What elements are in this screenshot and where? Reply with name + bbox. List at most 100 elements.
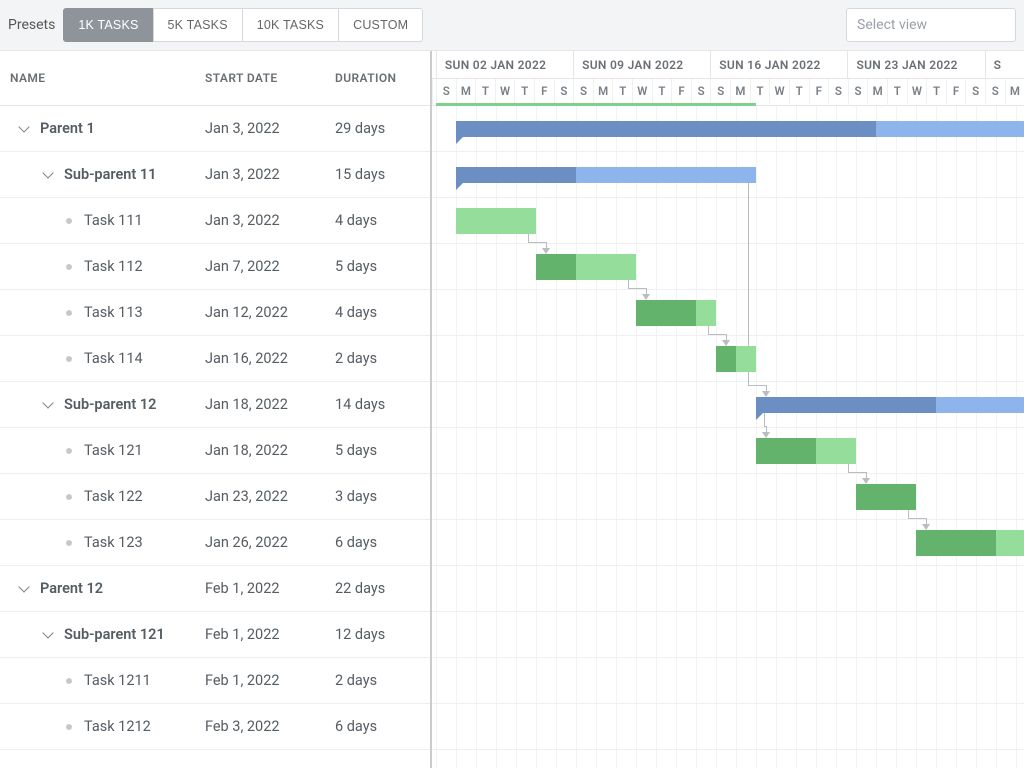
timeline-day-header: T: [887, 79, 907, 106]
task-start-date: Jan 3, 2022: [205, 212, 335, 229]
bullet-icon: [66, 448, 72, 454]
timeline-week-header[interactable]: S: [985, 51, 1024, 78]
task-name: Task 1212: [84, 718, 151, 735]
timeline-day-header: T: [789, 79, 809, 106]
task-name: Task 122: [84, 488, 143, 505]
timeline-pane[interactable]: SUN 02 JAN 2022SUN 09 JAN 2022SUN 16 JAN…: [432, 51, 1024, 768]
select-view-placeholder: Select view: [857, 17, 927, 33]
bullet-icon: [66, 356, 72, 362]
table-row[interactable]: Parent 1Jan 3, 202229 days: [0, 106, 430, 152]
table-row[interactable]: Sub-parent 12 Jan 18, 202214 days: [0, 382, 430, 428]
timeline-day-header: F: [809, 79, 829, 106]
chevron-down-icon[interactable]: [18, 582, 32, 596]
timeline-week-header[interactable]: SUN 09 JAN 2022: [573, 51, 710, 78]
presets-label: Presets: [8, 17, 55, 33]
task-name: Parent 1: [40, 120, 95, 137]
task-duration: 4 days: [335, 212, 430, 229]
preset-custom-button[interactable]: CUSTOM: [338, 8, 423, 42]
task-name: Task 123: [84, 534, 143, 551]
task-name: Sub-parent 11: [64, 166, 156, 183]
col-dur-header[interactable]: DURATION: [335, 71, 430, 85]
task-name: Task 114: [84, 350, 143, 367]
bullet-icon: [66, 310, 72, 316]
task-bar-progress: [856, 484, 916, 510]
table-row[interactable]: Sub-parent 11Jan 3, 202215 days: [0, 152, 430, 198]
task-start-date: Jan 12, 2022: [205, 304, 335, 321]
task-start-date: Jan 18, 2022: [205, 442, 335, 459]
col-start-header[interactable]: START DATE: [205, 71, 335, 85]
select-view-dropdown[interactable]: Select view: [846, 8, 1016, 42]
timeline-day-header: S: [573, 79, 593, 106]
table-row[interactable]: Task 113Jan 12, 20224 days: [0, 290, 430, 336]
bullet-icon: [66, 678, 72, 684]
table-row[interactable]: Sub-parent 121Feb 1, 202212 days: [0, 612, 430, 658]
table-row[interactable]: Task 123Jan 26, 20226 days: [0, 520, 430, 566]
task-duration: 15 days: [335, 166, 430, 183]
timeline-day-header: W: [769, 79, 789, 106]
task-start-date: Feb 1, 2022: [205, 580, 335, 597]
task-start-date: Jan 7, 2022: [205, 258, 335, 275]
timeline-day-header: S: [828, 79, 848, 106]
task-duration: 4 days: [335, 304, 430, 321]
table-row[interactable]: Task 1212Feb 3, 20226 days: [0, 704, 430, 750]
timeline-day-header: W: [495, 79, 515, 106]
preset-1k-button[interactable]: 1K TASKS: [63, 8, 153, 42]
table-row[interactable]: Task 114 Jan 16, 20222 days: [0, 336, 430, 382]
task-start-date: Feb 1, 2022: [205, 626, 335, 643]
preset-5k-button[interactable]: 5K TASKS: [153, 8, 243, 42]
bullet-icon: [66, 218, 72, 224]
task-name: Task 112: [84, 258, 143, 275]
task-start-date: Jan 18, 2022: [205, 396, 335, 413]
grid-header: NAME START DATE DURATION: [0, 51, 430, 106]
task-duration: 2 days: [335, 350, 430, 367]
task-duration: 14 days: [335, 396, 430, 413]
timeline-day-header: T: [750, 79, 770, 106]
task-name: Parent 12: [40, 580, 103, 597]
summary-bar-progress: [456, 121, 876, 137]
task-bar-progress: [636, 300, 696, 326]
col-name-header[interactable]: NAME: [0, 71, 205, 85]
task-duration: 12 days: [335, 626, 430, 643]
table-row[interactable]: Parent 12Feb 1, 202222 days: [0, 566, 430, 612]
task-duration: 5 days: [335, 442, 430, 459]
timeline-header: SUN 02 JAN 2022SUN 09 JAN 2022SUN 16 JAN…: [432, 51, 1024, 106]
task-start-date: Jan 16, 2022: [205, 350, 335, 367]
toolbar: Presets 1K TASKS 5K TASKS 10K TASKS CUST…: [0, 0, 1024, 51]
timeline-week-header[interactable]: SUN 23 JAN 2022: [847, 51, 984, 78]
task-duration: 5 days: [335, 258, 430, 275]
timeline-day-header: T: [612, 79, 632, 106]
timeline-week-header[interactable]: SUN 02 JAN 2022: [436, 51, 573, 78]
summary-bar-progress: [456, 167, 576, 183]
task-name: Task 1211: [84, 672, 151, 689]
chevron-down-icon[interactable]: [42, 168, 56, 182]
task-name: Task 121: [84, 442, 143, 459]
table-row[interactable]: Task 111 Jan 3, 20224 days: [0, 198, 430, 244]
timeline-day-header: S: [710, 79, 730, 106]
timeline-day-header: M: [593, 79, 613, 106]
task-name: Sub-parent 12: [64, 396, 156, 413]
task-bar-progress: [916, 530, 996, 556]
task-bar-progress: [756, 438, 816, 464]
task-bar-progress: [536, 254, 576, 280]
task-duration: 6 days: [335, 718, 430, 735]
grid-body: Parent 1Jan 3, 202229 daysSub-parent 11J…: [0, 106, 430, 768]
timeline-day-header: S: [985, 79, 1005, 106]
chevron-down-icon[interactable]: [42, 628, 56, 642]
timeline-day-header: T: [514, 79, 534, 106]
table-row[interactable]: Task 1211Feb 1, 20222 days: [0, 658, 430, 704]
timeline-day-header: F: [534, 79, 554, 106]
table-row[interactable]: Task 121 Jan 18, 20225 days: [0, 428, 430, 474]
table-row[interactable]: Task 122Jan 23, 20223 days: [0, 474, 430, 520]
timeline-day-header: M: [1005, 79, 1024, 106]
timeline-day-header: M: [867, 79, 887, 106]
task-bar[interactable]: [456, 208, 536, 234]
timeline-day-header: M: [730, 79, 750, 106]
chevron-down-icon[interactable]: [18, 122, 32, 136]
table-row[interactable]: Task 112 Jan 7, 20225 days: [0, 244, 430, 290]
task-name: Task 111: [84, 212, 143, 229]
timeline-week-header[interactable]: SUN 16 JAN 2022: [710, 51, 847, 78]
task-grid: NAME START DATE DURATION Parent 1Jan 3, …: [0, 51, 432, 768]
task-duration: 3 days: [335, 488, 430, 505]
preset-10k-button[interactable]: 10K TASKS: [242, 8, 339, 42]
chevron-down-icon[interactable]: [42, 398, 56, 412]
